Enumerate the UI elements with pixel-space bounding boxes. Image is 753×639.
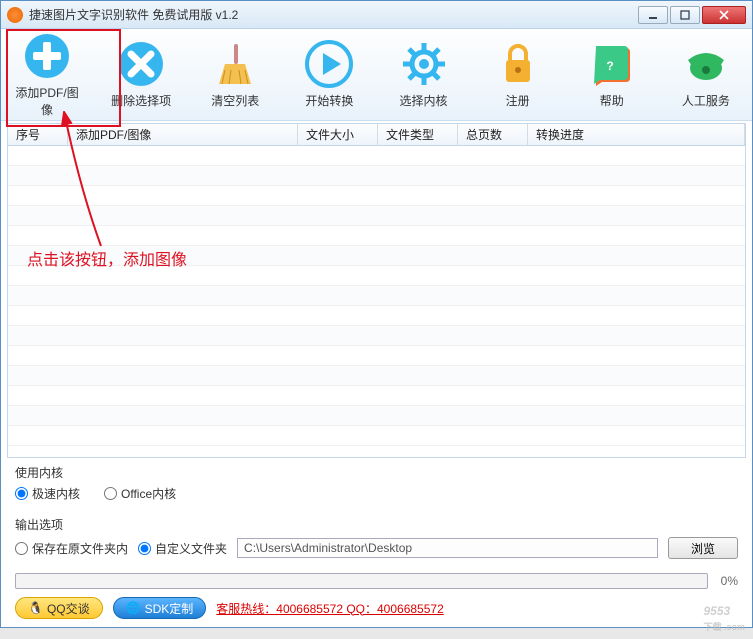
toolbar: 添加PDF/图像 删除选择项 清空列表 开始转换 选择内核	[1, 29, 752, 121]
col-type[interactable]: 文件类型	[378, 124, 458, 145]
progress-percent: 0%	[714, 574, 738, 588]
table-row	[8, 286, 745, 306]
radio-fast-label: 极速内核	[32, 485, 80, 502]
table-row	[8, 326, 745, 346]
col-add[interactable]: 添加PDF/图像	[68, 124, 298, 145]
maximize-button[interactable]	[670, 6, 700, 24]
help-label: 帮助	[600, 92, 624, 109]
col-progress[interactable]: 转换进度	[528, 124, 745, 145]
delete-label: 删除选择项	[111, 92, 171, 109]
radio-same-label: 保存在原文件夹内	[32, 540, 128, 557]
play-icon	[305, 40, 353, 88]
start-label: 开始转换	[305, 92, 353, 109]
table-row	[8, 146, 745, 166]
table-row	[8, 226, 745, 246]
qq-label: QQ交谈	[47, 600, 90, 617]
table-row	[8, 406, 745, 426]
sdk-label: SDK定制	[145, 600, 194, 617]
register-label: 注册	[506, 92, 530, 109]
radio-same-input[interactable]	[15, 542, 28, 555]
kernel-button[interactable]: 选择内核	[386, 38, 462, 111]
browse-button[interactable]: 浏览	[668, 537, 738, 559]
output-panel: 输出选项 保存在原文件夹内 自定义文件夹 浏览	[1, 510, 752, 567]
service-label: 人工服务	[682, 92, 730, 109]
file-table: 序号 添加PDF/图像 文件大小 文件类型 总页数 转换进度	[7, 123, 746, 458]
table-body[interactable]	[8, 146, 745, 458]
gear-icon	[400, 40, 448, 88]
delete-button[interactable]: 删除选择项	[103, 38, 179, 111]
table-row	[8, 186, 745, 206]
radio-custom-folder[interactable]: 自定义文件夹	[138, 540, 227, 557]
kernel-label: 选择内核	[400, 92, 448, 109]
help-button[interactable]: ? 帮助	[574, 38, 650, 111]
app-icon	[7, 7, 23, 23]
table-row	[8, 246, 745, 266]
footer: 🐧 QQ交谈 🌐 SDK定制 客服热线：4006685572 QQ：400668…	[1, 589, 752, 627]
help-icon: ?	[588, 40, 636, 88]
table-row	[8, 166, 745, 186]
radio-fast-input[interactable]	[15, 487, 28, 500]
hotline-link[interactable]: 客服热线：4006685572 QQ：4006685572	[216, 600, 443, 617]
progress-bar	[15, 573, 708, 589]
table-row	[8, 266, 745, 286]
radio-office-kernel[interactable]: Office内核	[104, 485, 176, 502]
table-row	[8, 366, 745, 386]
start-button[interactable]: 开始转换	[291, 38, 367, 111]
globe-icon: 🌐	[126, 601, 141, 615]
qq-chat-button[interactable]: 🐧 QQ交谈	[15, 597, 103, 619]
kernel-panel: 使用内核 极速内核 Office内核	[1, 458, 752, 510]
radio-custom-label: 自定义文件夹	[155, 540, 227, 557]
service-button[interactable]: 人工服务	[668, 38, 744, 111]
titlebar: 捷速图片文字识别软件 免费试用版 v1.2	[1, 1, 752, 29]
col-seq[interactable]: 序号	[8, 124, 68, 145]
col-pages[interactable]: 总页数	[458, 124, 528, 145]
table-row	[8, 306, 745, 326]
output-heading: 输出选项	[15, 516, 738, 533]
radio-office-input[interactable]	[104, 487, 117, 500]
window-title: 捷速图片文字识别软件 免费试用版 v1.2	[29, 6, 636, 23]
table-header: 序号 添加PDF/图像 文件大小 文件类型 总页数 转换进度	[8, 124, 745, 146]
svg-text:?: ?	[606, 59, 613, 73]
kernel-heading: 使用内核	[15, 464, 738, 481]
minimize-button[interactable]	[638, 6, 668, 24]
radio-fast-kernel[interactable]: 极速内核	[15, 485, 80, 502]
lock-icon	[494, 40, 542, 88]
radio-same-folder[interactable]: 保存在原文件夹内	[15, 540, 128, 557]
register-button[interactable]: 注册	[480, 38, 556, 111]
table-row	[8, 426, 745, 446]
table-row	[8, 206, 745, 226]
output-path-input[interactable]	[237, 538, 658, 558]
table-row	[8, 386, 745, 406]
add-pdf-button[interactable]: 添加PDF/图像	[9, 30, 85, 120]
x-icon	[117, 40, 165, 88]
close-button[interactable]	[702, 6, 746, 24]
radio-office-label: Office内核	[121, 485, 176, 502]
progress-row: 0%	[15, 573, 738, 589]
radio-custom-input[interactable]	[138, 542, 151, 555]
phone-icon	[682, 40, 730, 88]
clear-button[interactable]: 清空列表	[197, 38, 273, 111]
table-row	[8, 346, 745, 366]
broom-icon	[211, 40, 259, 88]
sdk-button[interactable]: 🌐 SDK定制	[113, 597, 207, 619]
plus-icon	[23, 32, 71, 80]
col-size[interactable]: 文件大小	[298, 124, 378, 145]
clear-label: 清空列表	[211, 92, 259, 109]
qq-icon: 🐧	[28, 601, 43, 615]
add-pdf-label: 添加PDF/图像	[11, 84, 83, 118]
